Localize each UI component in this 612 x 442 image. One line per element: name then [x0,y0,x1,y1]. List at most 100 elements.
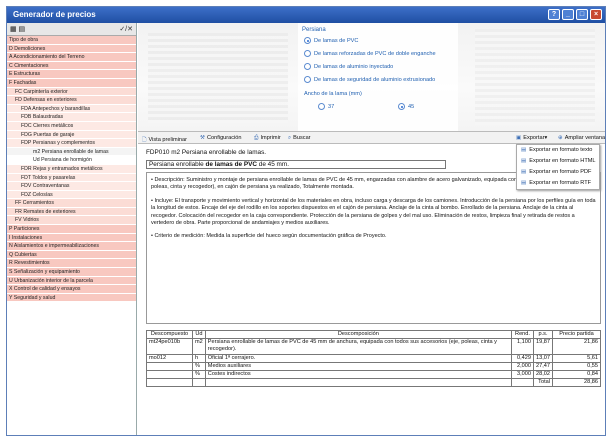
sidebar-item[interactable]: F Fachadas [7,78,136,88]
table-cell [204,378,513,388]
printer-icon: ⎙ [254,135,259,141]
table-cell [146,378,193,388]
sidebar-item[interactable]: FD Defensas en exteriores [7,96,136,105]
col-header: Precio partida [552,329,601,340]
sidebar-item[interactable]: FR Remates de exteriores [7,207,136,217]
sidebar-item[interactable]: I Instalaciones [7,233,136,243]
export-rtf-item[interactable]: ▤ Exportar en formato RTF [517,178,599,189]
table-cell: 28,86 [552,378,601,388]
table-cell: 27,47 [533,361,553,372]
minimize-button[interactable]: _ [562,9,574,20]
col-header: p.s. [533,329,553,340]
radio-icon[interactable] [398,103,405,110]
app-window: Generador de precios ? _ □ × ▦ ▤ ✓/✕ Tip… [6,6,606,436]
table-row: % Medios auxiliares 2,000 27,47 0,55 [146,361,601,372]
table-cell: 19,87 [533,338,553,355]
radio-icon[interactable] [318,103,325,110]
expand-window-button[interactable]: ⊕ Ampliar ventana [558,135,605,141]
sidebar-item[interactable]: U Urbanización interior de la parcela [7,276,136,286]
sidebar-item[interactable]: FDZ Celosías [7,190,136,200]
sidebar-item[interactable]: FDG Puertas de garaje [7,130,136,140]
sidebar-item[interactable]: FDV Contraventanas [7,182,136,191]
criteria-text: • Criterio de medición: Medida la superf… [151,233,387,240]
table-cell: Persiana enrollable de lamas de PVC de 4… [204,338,513,355]
table-cell [146,370,193,380]
table-cell: 0,429 [511,353,534,363]
sidebar-item[interactable]: FDT Toldos y pasarelas [7,173,136,183]
table-row: mt24pe010b m2 Persiana enrollable de lamas… [146,338,601,355]
radio-icon[interactable] [304,37,311,44]
sidebar-item[interactable]: Q Cubiertas [7,250,136,260]
includes-text: • Incluye: El transporte y movimiento ve… [151,197,596,227]
sidebar-item[interactable]: A Acondicionamiento del Terreno [7,53,136,62]
sidebar-item[interactable]: FC Carpintería exterior [7,87,136,97]
blind-image-right [475,29,595,125]
export-button[interactable]: ▣ Exportar▾ [516,135,547,141]
sidebar-item[interactable]: Y Seguridad y salud [7,293,136,303]
sidebar-item[interactable]: Ud Persiana de hormigón [7,156,136,165]
export-text-item[interactable]: ▤ Exportar en formato texto [517,145,599,156]
title-bar: Generador de precios ? _ □ × [7,7,605,23]
sidebar-item[interactable]: D Demoliciones [7,44,136,54]
sidebar-item[interactable]: Tipo de obra [7,36,136,45]
options-title: Persiana [302,27,326,33]
close-button[interactable]: × [590,9,602,20]
maximize-button[interactable]: □ [576,9,588,20]
sidebar-item[interactable]: R Revestimientos [7,259,136,269]
sidebar-item[interactable]: FDB Balaustradas [7,113,136,122]
table-row: mo012 h Oficial 1ª cerrajero. 0,429 13,07 5,6… [146,353,601,363]
search-button[interactable]: ⌕ Buscar [288,135,311,142]
sidebar-item[interactable]: m2 Persiana enrollable de lamas [7,147,136,157]
col-header: Descomposición [204,329,513,340]
table-cell: 0,55 [552,361,601,372]
sidebar-item[interactable]: N Aislamientos e impermeabilizaciones [7,242,136,251]
option-pvc-reforzada[interactable]: De lamas reforzadas de PVC de doble enga… [304,50,436,57]
export-html-item[interactable]: ▤ Exportar en formato HTML [517,156,599,167]
pdf-file-icon: ▤ [521,169,527,175]
grid-icon[interactable]: ▦ ▤ [10,25,25,33]
sidebar-item[interactable]: C Cimentaciones [7,61,136,71]
table-row: % Costes indirectos 3,000 28,02 0,84 [146,370,601,380]
product-preview: Persiana De lamas de PVC De lamas reforz… [138,23,605,131]
table-cell: % [192,361,206,372]
table-cell [192,378,206,388]
help-button[interactable]: ? [548,9,560,20]
options-panel: Persiana De lamas de PVC De lamas reforz… [298,23,458,131]
export-pdf-item[interactable]: ▤ Exportar en formato PDF [517,167,599,178]
sidebar-item[interactable]: X Control de calidad y ensayos [7,285,136,294]
sidebar-item[interactable]: S Señalización y equipamiento [7,268,136,277]
sidebar-item[interactable]: FV Vidrios [7,216,136,226]
radio-icon[interactable] [304,63,311,70]
sidebar-item[interactable]: FDP Persianas y complementos [7,139,136,148]
table-cell: Medios auxiliares [204,361,513,372]
table-cell: Costes indirectos [204,370,513,380]
table-cell: m2 [192,338,206,355]
radio-icon[interactable] [304,76,311,83]
sidebar-item[interactable]: FDA Antepechos y barandillas [7,104,136,114]
option-pvc[interactable]: De lamas de PVC [304,37,358,44]
tools-icon[interactable]: ✓/✕ [119,25,133,33]
table-cell: 13,07 [533,353,553,363]
table-cell: % [192,370,206,380]
blind-image [148,33,288,123]
option-aluminio-inyectado[interactable]: De lamas de aluminio inyectado [304,63,393,70]
width-37[interactable]: 37 [318,103,334,110]
sidebar: ▦ ▤ ✓/✕ Tipo de obra D Demoliciones A Acon… [7,23,137,435]
sidebar-item[interactable]: FF Cerramientos [7,199,136,208]
option-aluminio-extrusionado[interactable]: De lamas de seguridad de aluminio extrus… [304,76,435,83]
main-panel: Persiana De lamas de PVC De lamas reforz… [138,23,605,435]
sidebar-item[interactable]: FDR Rejas y entramados metálicos [7,164,136,174]
sidebar-item[interactable]: FDC Cierres metálicos [7,121,136,131]
print-button[interactable]: ⎙ Imprimir [254,135,281,142]
table-cell: Oficial 1ª cerrajero. [204,353,513,363]
table-cell [146,361,193,372]
category-tree: Tipo de obra D Demoliciones A Acondicionam… [7,36,136,303]
sidebar-item[interactable]: P Particiones [7,225,136,234]
width-45[interactable]: 45 [398,103,414,110]
config-button[interactable]: ⚒ Configuración [200,135,242,141]
window-title: Generador de precios [13,10,96,19]
export-menu: ▤ Exportar en formato texto ▤ Exportar en … [516,144,600,190]
radio-icon[interactable] [304,50,311,57]
sidebar-item[interactable]: E Estructuras [7,70,136,79]
sidebar-header: ▦ ▤ ✓/✕ [7,23,136,36]
